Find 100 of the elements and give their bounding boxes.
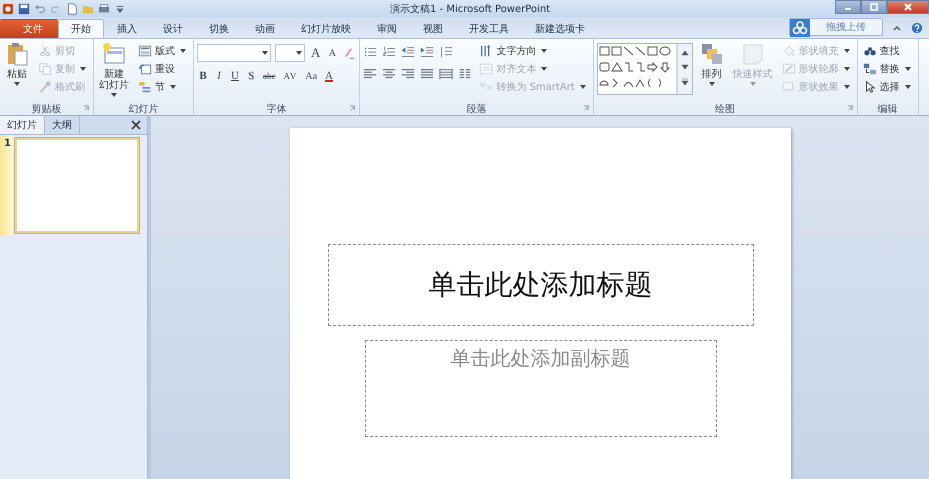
group-label: 段落 bbox=[466, 102, 487, 116]
font-name-field[interactable] bbox=[197, 44, 271, 62]
subtitle-placeholder-text: 单击此处添加副标题 bbox=[450, 345, 630, 372]
arrange-button[interactable]: 排列 bbox=[698, 41, 726, 102]
ribbon-tab[interactable]: 开始 bbox=[58, 19, 104, 38]
caret-icon bbox=[111, 93, 117, 97]
caret-icon bbox=[170, 84, 176, 88]
group-label: 幻灯片 bbox=[128, 102, 158, 116]
decrease-indent-icon[interactable] bbox=[401, 45, 416, 59]
layout-icon bbox=[138, 44, 152, 58]
dialog-launcher-icon[interactable] bbox=[846, 105, 854, 112]
numbered-list-icon[interactable] bbox=[382, 45, 396, 59]
columns-icon[interactable] bbox=[458, 67, 472, 81]
title-placeholder[interactable]: 单击此处添加标题 bbox=[328, 244, 754, 326]
font-size-field[interactable] bbox=[275, 44, 305, 62]
ribbon-tab[interactable]: 动画 bbox=[242, 19, 288, 38]
undo-icon[interactable] bbox=[34, 2, 46, 14]
section-icon bbox=[138, 80, 152, 94]
bullet-list-icon[interactable] bbox=[363, 45, 378, 59]
format-button[interactable]: A bbox=[323, 68, 336, 84]
caret-icon bbox=[708, 82, 715, 86]
ribbon-tab[interactable]: 设计 bbox=[150, 19, 196, 38]
format-button[interactable]: I bbox=[213, 68, 225, 84]
scissors-icon bbox=[38, 44, 52, 58]
ribbon-tab[interactable]: 新建选项卡 bbox=[522, 19, 598, 38]
justify-icon[interactable] bbox=[420, 67, 434, 81]
close-icon bbox=[903, 2, 913, 12]
new-slide-button[interactable]: 新建 幻灯片 bbox=[97, 41, 131, 102]
close-button[interactable] bbox=[887, 0, 929, 14]
caret-icon bbox=[14, 82, 20, 86]
brush-icon bbox=[38, 80, 52, 94]
fill-icon bbox=[782, 44, 796, 58]
caret-icon bbox=[296, 51, 302, 55]
ribbon-tab[interactable]: 幻灯片放映 bbox=[288, 19, 364, 38]
slide-number: 1 bbox=[4, 138, 12, 149]
shape-gallery[interactable] bbox=[596, 43, 693, 95]
group-label: 字体 bbox=[266, 102, 287, 116]
align-center-icon[interactable] bbox=[382, 67, 396, 81]
caret-icon bbox=[844, 66, 850, 70]
ribbon-button[interactable]: 节 bbox=[136, 78, 190, 95]
close-icon[interactable] bbox=[131, 120, 141, 130]
new-file-icon[interactable] bbox=[66, 2, 78, 14]
help-icon[interactable] bbox=[911, 22, 923, 34]
effect-icon bbox=[782, 80, 796, 94]
caret-icon bbox=[541, 66, 548, 70]
ribbon-button[interactable]: 查找 bbox=[860, 42, 915, 59]
arrange-icon bbox=[700, 42, 724, 66]
font-size-button[interactable]: A bbox=[326, 45, 338, 61]
slide-thumbnail[interactable] bbox=[15, 138, 139, 233]
align-left-icon[interactable] bbox=[363, 67, 378, 81]
caret-icon bbox=[80, 66, 86, 70]
caret-icon bbox=[844, 84, 850, 88]
increase-indent-icon[interactable] bbox=[420, 45, 434, 59]
distribute-icon[interactable] bbox=[439, 67, 454, 81]
format-button[interactable]: B bbox=[197, 68, 209, 84]
printer-icon[interactable] bbox=[98, 2, 110, 14]
caret-icon bbox=[904, 84, 911, 88]
font-size-button[interactable]: A bbox=[309, 45, 322, 61]
window-title: 演示文稿1 - Microsoft PowerPoint bbox=[390, 2, 550, 16]
ribbon-button[interactable]: 版式 bbox=[136, 42, 190, 59]
dialog-launcher-icon[interactable] bbox=[349, 105, 356, 112]
ribbon-button[interactable]: 重设 bbox=[136, 60, 190, 77]
format-button[interactable]: abc bbox=[261, 68, 278, 84]
caret-icon bbox=[750, 82, 756, 86]
ribbon-button[interactable]: 文字方向 bbox=[477, 42, 590, 59]
upload-button[interactable]: 拖拽上传 bbox=[789, 18, 883, 36]
group-label: 编辑 bbox=[878, 102, 898, 116]
caret-icon bbox=[844, 48, 850, 52]
cloud-icon bbox=[790, 19, 810, 37]
group-label: 绘图 bbox=[715, 102, 736, 116]
ribbon-tab[interactable]: 切换 bbox=[196, 19, 242, 38]
minimize-button[interactable] bbox=[835, 0, 861, 14]
ribbon-tab[interactable]: 插入 bbox=[104, 19, 150, 38]
line-spacing-icon[interactable] bbox=[439, 45, 454, 59]
ribbon-button[interactable]: 选择 bbox=[860, 78, 915, 95]
caret-icon bbox=[180, 48, 186, 52]
align-right-icon[interactable] bbox=[401, 67, 416, 81]
ribbon-button[interactable]: 替换 bbox=[860, 60, 915, 77]
style-page-icon bbox=[740, 42, 765, 66]
slide-reset-icon bbox=[138, 62, 152, 76]
pane-tab[interactable]: 幻灯片 bbox=[0, 116, 45, 134]
ribbon-tab[interactable]: 视图 bbox=[410, 19, 456, 38]
pane-tab[interactable]: 大纲 bbox=[45, 116, 80, 134]
paste-button[interactable]: 粘贴 bbox=[3, 41, 31, 102]
format-button[interactable]: S bbox=[245, 68, 257, 84]
dialog-launcher-icon[interactable] bbox=[582, 105, 590, 112]
format-button[interactable]: Aa bbox=[303, 68, 320, 84]
powerpoint-icon[interactable] bbox=[2, 2, 14, 14]
format-button[interactable]: U bbox=[229, 68, 241, 84]
restore-button[interactable] bbox=[861, 0, 887, 14]
save-icon[interactable] bbox=[18, 2, 30, 14]
ribbon-tab[interactable]: 文件 bbox=[0, 19, 58, 38]
caret-icon bbox=[262, 51, 268, 55]
format-button[interactable]: AV bbox=[282, 68, 300, 84]
dialog-launcher-icon[interactable] bbox=[83, 105, 90, 112]
replace-icon bbox=[862, 62, 877, 76]
ribbon-tab[interactable]: 开发工具 bbox=[456, 19, 522, 38]
copy-icon bbox=[38, 62, 52, 76]
outline-icon bbox=[782, 62, 796, 76]
ribbon-tab[interactable]: 审阅 bbox=[364, 19, 410, 38]
